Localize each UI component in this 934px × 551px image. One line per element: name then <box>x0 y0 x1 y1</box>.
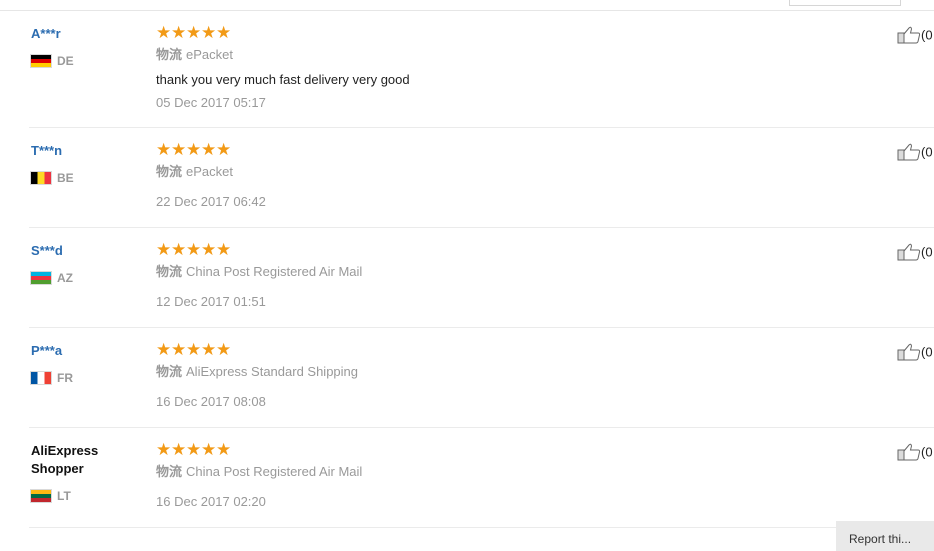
star-icon: ★ <box>201 140 217 159</box>
thumbs-up-icon <box>897 26 921 44</box>
review-divider <box>29 127 934 128</box>
reviewer-country: BE <box>31 171 74 185</box>
reviewer-name[interactable]: AliExpress Shopper <box>31 442 131 478</box>
helpful-button[interactable]: (0 <box>897 143 933 163</box>
star-icon: ★ <box>201 440 217 459</box>
helpful-button[interactable]: (0 <box>897 343 933 363</box>
shipping-method: 物流 AliExpress Standard Shipping <box>156 364 358 380</box>
reviewer-country: LT <box>31 489 71 503</box>
reviewer-name[interactable]: S***d <box>31 242 63 260</box>
flag-icon <box>31 490 51 502</box>
report-button[interactable]: Report thi... <box>836 521 934 551</box>
star-rating: ★★★★★ <box>156 140 232 159</box>
review-date: 16 Dec 2017 08:08 <box>156 394 266 409</box>
helpful-button[interactable]: (0 <box>897 443 933 463</box>
flag-icon <box>31 272 51 284</box>
star-icon: ★ <box>171 140 187 159</box>
top-divider <box>0 10 934 11</box>
star-icon: ★ <box>216 440 232 459</box>
shipping-value: ePacket <box>186 164 233 179</box>
star-icon: ★ <box>156 23 172 42</box>
shipping-method: 物流 China Post Registered Air Mail <box>156 264 362 280</box>
reviewer-country: AZ <box>31 271 73 285</box>
reviewer-country: FR <box>31 371 73 385</box>
thumbs-up-icon <box>897 143 921 161</box>
shipping-method: 物流 ePacket <box>156 164 233 180</box>
star-icon: ★ <box>171 240 187 259</box>
shipping-label: 物流 <box>156 464 183 479</box>
star-icon: ★ <box>156 340 172 359</box>
thumbs-up-icon <box>897 343 921 361</box>
star-icon: ★ <box>216 23 232 42</box>
star-rating: ★★★★★ <box>156 23 232 42</box>
flag-icon <box>31 172 51 184</box>
thumbs-up-icon <box>897 443 921 461</box>
shipping-label: 物流 <box>156 364 183 379</box>
star-rating: ★★★★★ <box>156 340 232 359</box>
star-icon: ★ <box>201 340 217 359</box>
flag-icon <box>31 55 51 67</box>
reviewer-country: DE <box>31 54 74 68</box>
review-text: thank you very much fast delivery very g… <box>156 72 410 87</box>
star-icon: ★ <box>216 240 232 259</box>
thumbs-up-icon <box>897 243 921 261</box>
review-date: 16 Dec 2017 02:20 <box>156 494 266 509</box>
review-divider <box>29 227 934 228</box>
flag-icon <box>31 372 51 384</box>
reviewer-name[interactable]: P***a <box>31 342 62 360</box>
helpful-count: (0 <box>921 344 933 360</box>
helpful-count: (0 <box>921 244 933 260</box>
star-icon: ★ <box>201 23 217 42</box>
review-divider <box>29 427 934 428</box>
shipping-method: 物流 China Post Registered Air Mail <box>156 464 362 480</box>
star-icon: ★ <box>201 240 217 259</box>
helpful-button[interactable]: (0 <box>897 26 933 46</box>
country-code: BE <box>57 171 74 185</box>
star-rating: ★★★★★ <box>156 240 232 259</box>
shipping-value: China Post Registered Air Mail <box>186 264 363 279</box>
star-icon: ★ <box>156 240 172 259</box>
review-divider <box>29 327 934 328</box>
helpful-count: (0 <box>921 444 933 460</box>
star-icon: ★ <box>171 23 187 42</box>
star-icon: ★ <box>156 140 172 159</box>
star-icon: ★ <box>156 440 172 459</box>
report-button-label: Report thi... <box>849 532 912 546</box>
reviewer-name[interactable]: T***n <box>31 142 62 160</box>
review-divider <box>29 527 934 528</box>
star-icon: ★ <box>171 440 187 459</box>
helpful-count: (0 <box>921 27 933 43</box>
sort-dropdown-edge[interactable] <box>789 0 901 6</box>
shipping-label: 物流 <box>156 264 183 279</box>
helpful-button[interactable]: (0 <box>897 243 933 263</box>
star-icon: ★ <box>216 340 232 359</box>
shipping-label: 物流 <box>156 47 183 62</box>
shipping-value: AliExpress Standard Shipping <box>186 364 359 379</box>
star-icon: ★ <box>186 140 202 159</box>
star-icon: ★ <box>186 23 202 42</box>
helpful-count: (0 <box>921 144 933 160</box>
star-rating: ★★★★★ <box>156 440 232 459</box>
review-date: 05 Dec 2017 05:17 <box>156 95 266 110</box>
review-date: 22 Dec 2017 06:42 <box>156 194 266 209</box>
shipping-value: ePacket <box>186 47 233 62</box>
star-icon: ★ <box>186 240 202 259</box>
country-code: LT <box>57 489 71 503</box>
shipping-method: 物流 ePacket <box>156 47 233 63</box>
star-icon: ★ <box>171 340 187 359</box>
shipping-label: 物流 <box>156 164 183 179</box>
review-date: 12 Dec 2017 01:51 <box>156 294 266 309</box>
country-code: FR <box>57 371 73 385</box>
country-code: DE <box>57 54 74 68</box>
shipping-value: China Post Registered Air Mail <box>186 464 363 479</box>
reviewer-name[interactable]: A***r <box>31 25 61 43</box>
star-icon: ★ <box>216 140 232 159</box>
country-code: AZ <box>57 271 73 285</box>
star-icon: ★ <box>186 340 202 359</box>
star-icon: ★ <box>186 440 202 459</box>
